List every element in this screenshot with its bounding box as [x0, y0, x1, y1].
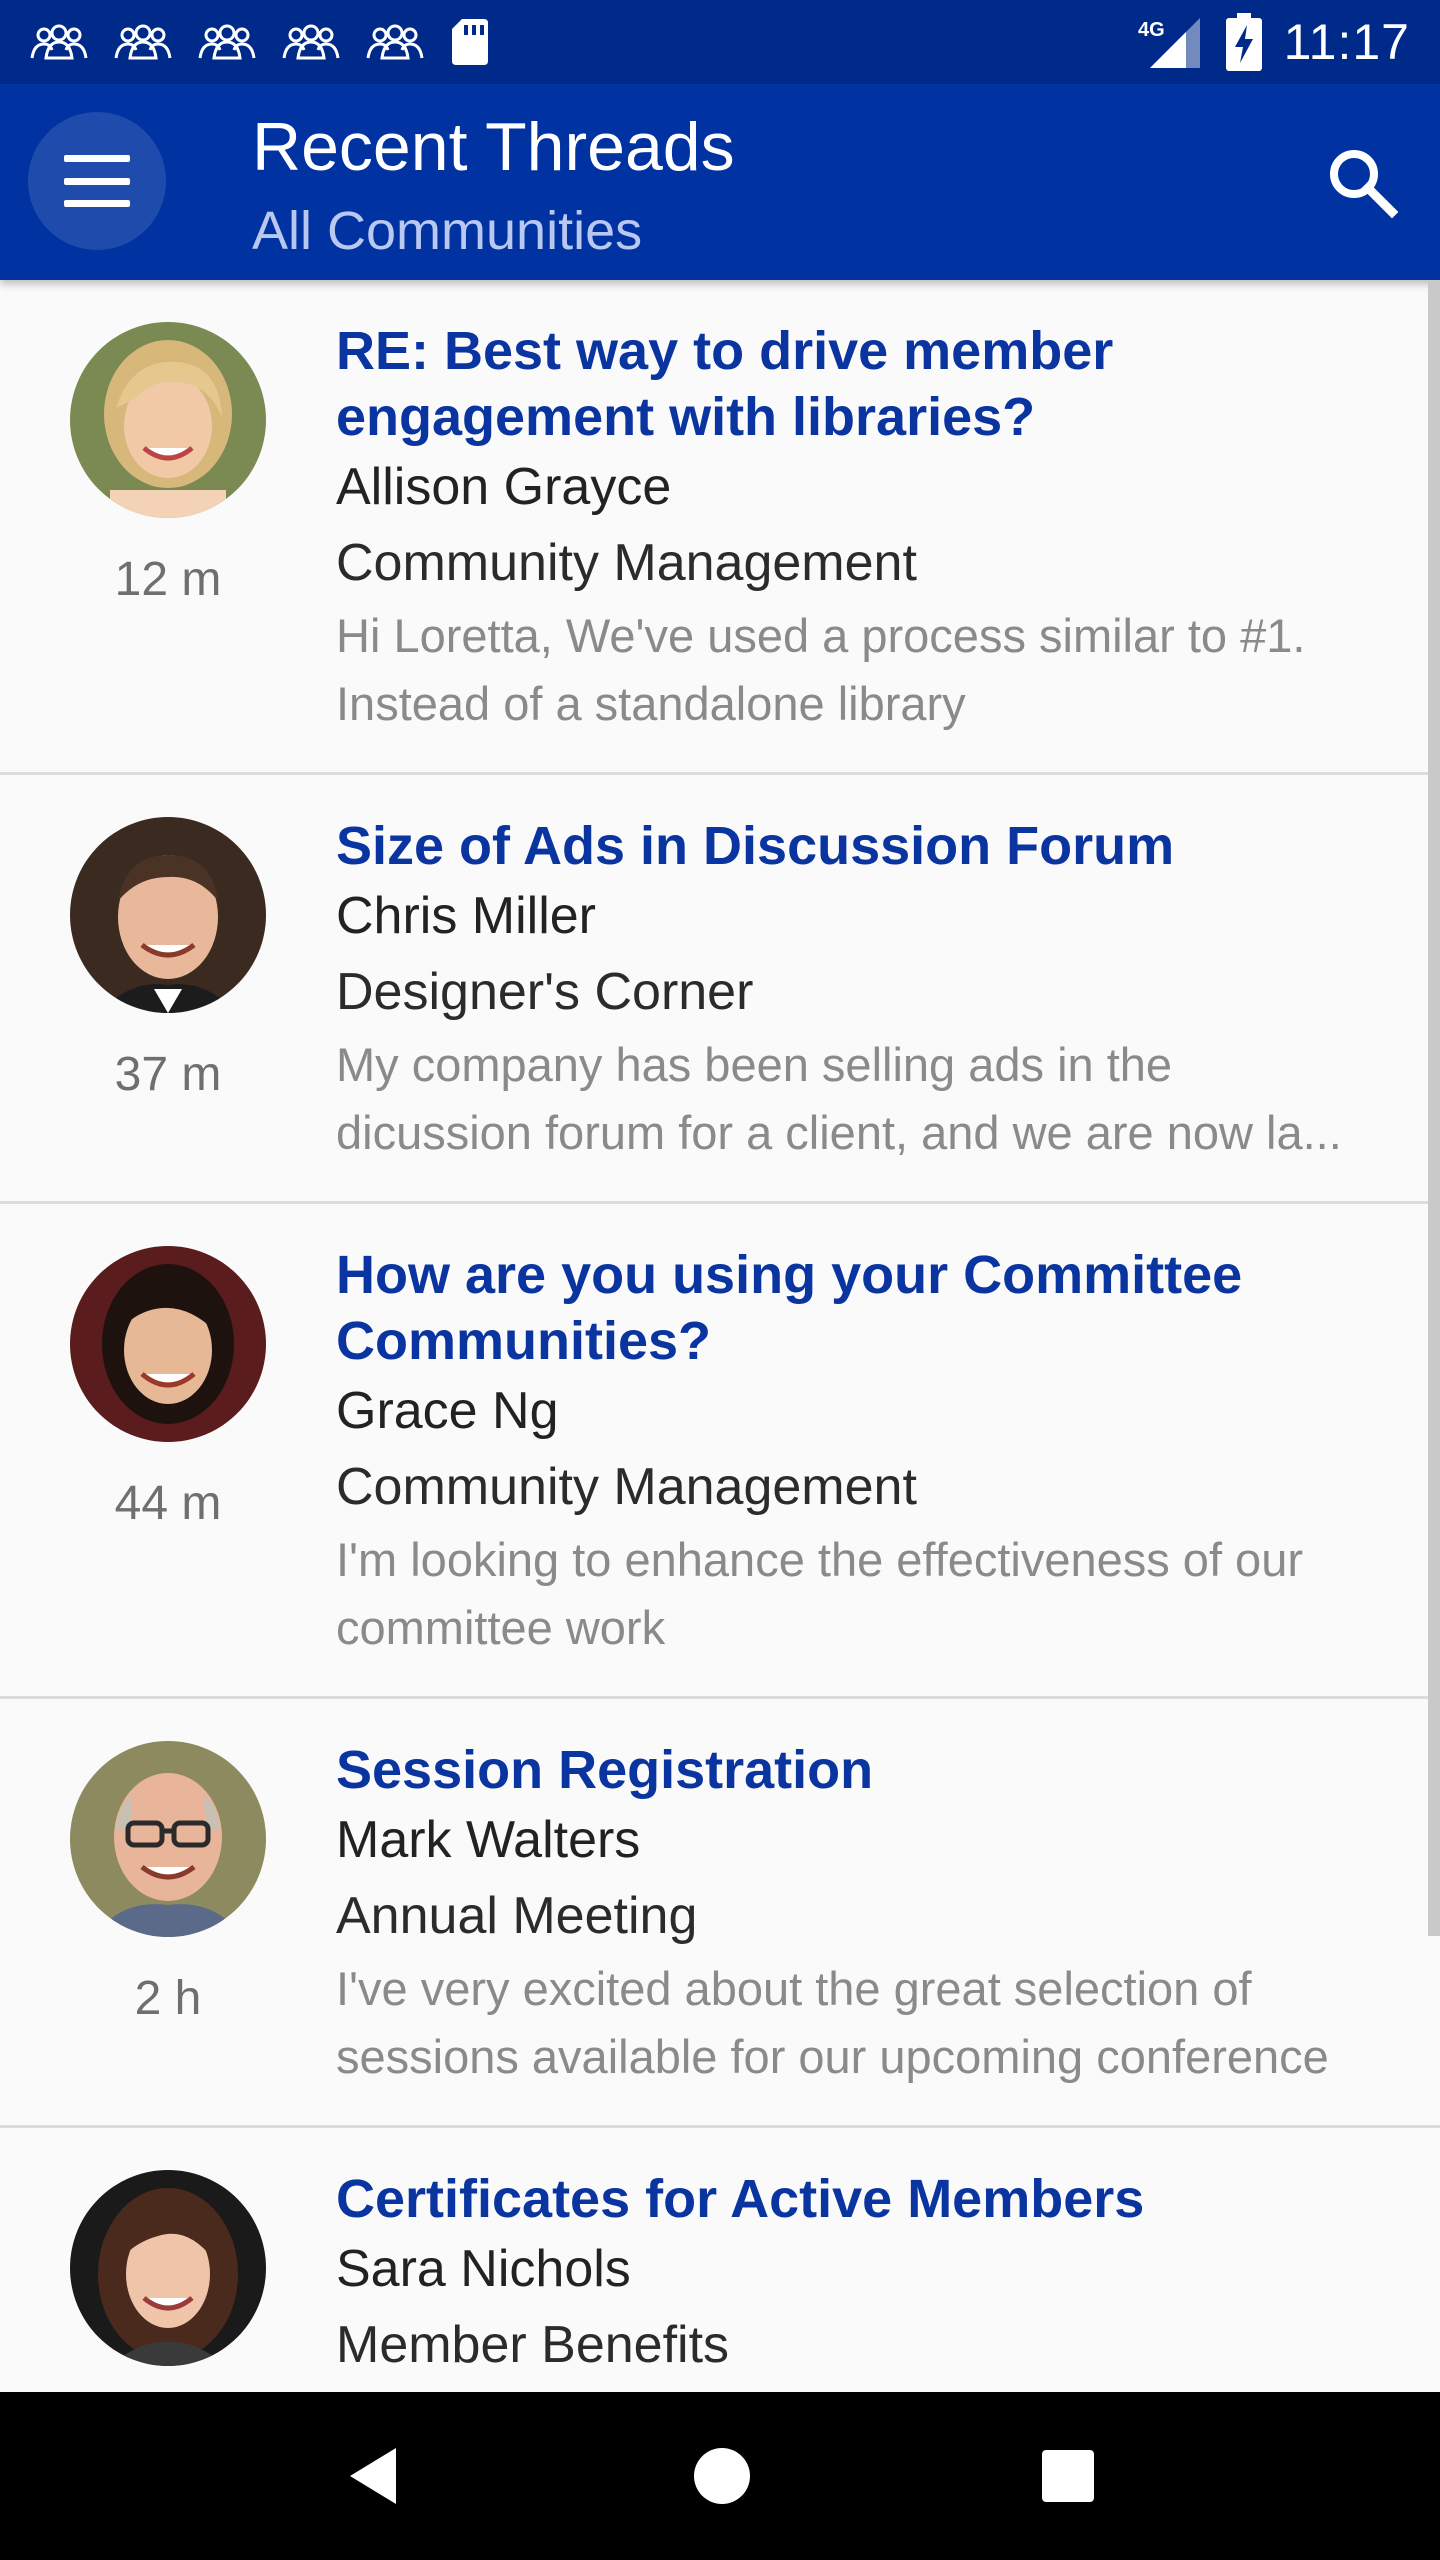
thread-preview: I'm looking to enhance the effectiveness… — [336, 1533, 1303, 1654]
thread-title[interactable]: How are you using your Committee Communi… — [336, 1242, 1360, 1374]
home-icon[interactable] — [692, 2446, 752, 2506]
thread-author: Chris Miller — [336, 887, 596, 945]
thread-title[interactable]: RE: Best way to drive member engagement … — [336, 318, 1360, 450]
avatar — [70, 322, 266, 518]
network-type: 4G — [1138, 19, 1165, 41]
system-nav-bar — [0, 2392, 1440, 2560]
page-title: Recent Threads — [252, 109, 735, 185]
sd-card-icon — [452, 19, 488, 65]
thread-preview: My company has been selling ads in the d… — [336, 1038, 1342, 1159]
thread-author: Mark Walters — [336, 1811, 641, 1869]
menu-button[interactable] — [28, 112, 166, 250]
community-icon — [30, 24, 88, 60]
thread-community: Member Benefits — [336, 2316, 730, 2374]
thread-author: Allison Grayce — [336, 458, 672, 516]
status-bar: 4G 11:17 — [0, 0, 1440, 84]
back-icon[interactable] — [344, 2444, 404, 2508]
search-icon[interactable] — [1322, 142, 1402, 222]
notification-icons — [30, 17, 490, 67]
community-icon — [198, 24, 256, 60]
avatar — [70, 2170, 266, 2366]
thread-item[interactable]: 12 m RE: Best way to drive member engage… — [0, 280, 1440, 775]
thread-time: 12 m — [114, 553, 222, 606]
thread-community: Community Management — [336, 534, 917, 592]
thread-title[interactable]: Session Registration — [336, 1737, 1360, 1803]
thread-community: Community Management — [336, 1458, 917, 1516]
thread-item[interactable]: 2 h Session Registration Mark Walters An… — [0, 1699, 1440, 2128]
hamburger-menu-icon — [64, 155, 130, 207]
thread-author: Sara Nichols — [336, 2240, 631, 2298]
thread-title[interactable]: Size of Ads in Discussion Forum — [336, 813, 1360, 879]
thread-item[interactable]: 37 m Size of Ads in Discussion Forum Chr… — [0, 775, 1440, 1204]
community-icon — [282, 24, 340, 60]
status-time: 11:17 — [1283, 14, 1410, 70]
thread-item[interactable]: Certificates for Active Members Sara Nic… — [0, 2128, 1440, 2392]
thread-community: Annual Meeting — [336, 1887, 698, 1945]
thread-time: 37 m — [114, 1048, 222, 1101]
page-subtitle: All Communities — [252, 201, 643, 261]
avatar — [70, 1246, 266, 1442]
community-icon — [114, 24, 172, 60]
signal-4g-icon: 4G — [1138, 18, 1200, 68]
thread-item[interactable]: 44 m How are you using your Committee Co… — [0, 1204, 1440, 1699]
thread-list[interactable]: 12 m RE: Best way to drive member engage… — [0, 280, 1440, 2392]
battery-charging-icon — [1225, 13, 1262, 71]
community-icon — [366, 24, 424, 60]
thread-time: 44 m — [114, 1477, 222, 1530]
thread-preview: I've very excited about the great select… — [336, 1962, 1329, 2083]
thread-time: 2 h — [134, 1972, 202, 2025]
thread-title[interactable]: Certificates for Active Members — [336, 2166, 1360, 2232]
app-bar: Recent Threads All Communities — [0, 84, 1440, 280]
scrollbar[interactable] — [1428, 280, 1440, 1936]
thread-author: Grace Ng — [336, 1382, 559, 1440]
avatar — [70, 1741, 266, 1937]
recents-icon[interactable] — [1040, 2448, 1096, 2504]
thread-community: Designer's Corner — [336, 963, 754, 1021]
avatar — [70, 817, 266, 1013]
thread-preview: Hi Loretta, We've used a process similar… — [336, 609, 1306, 730]
